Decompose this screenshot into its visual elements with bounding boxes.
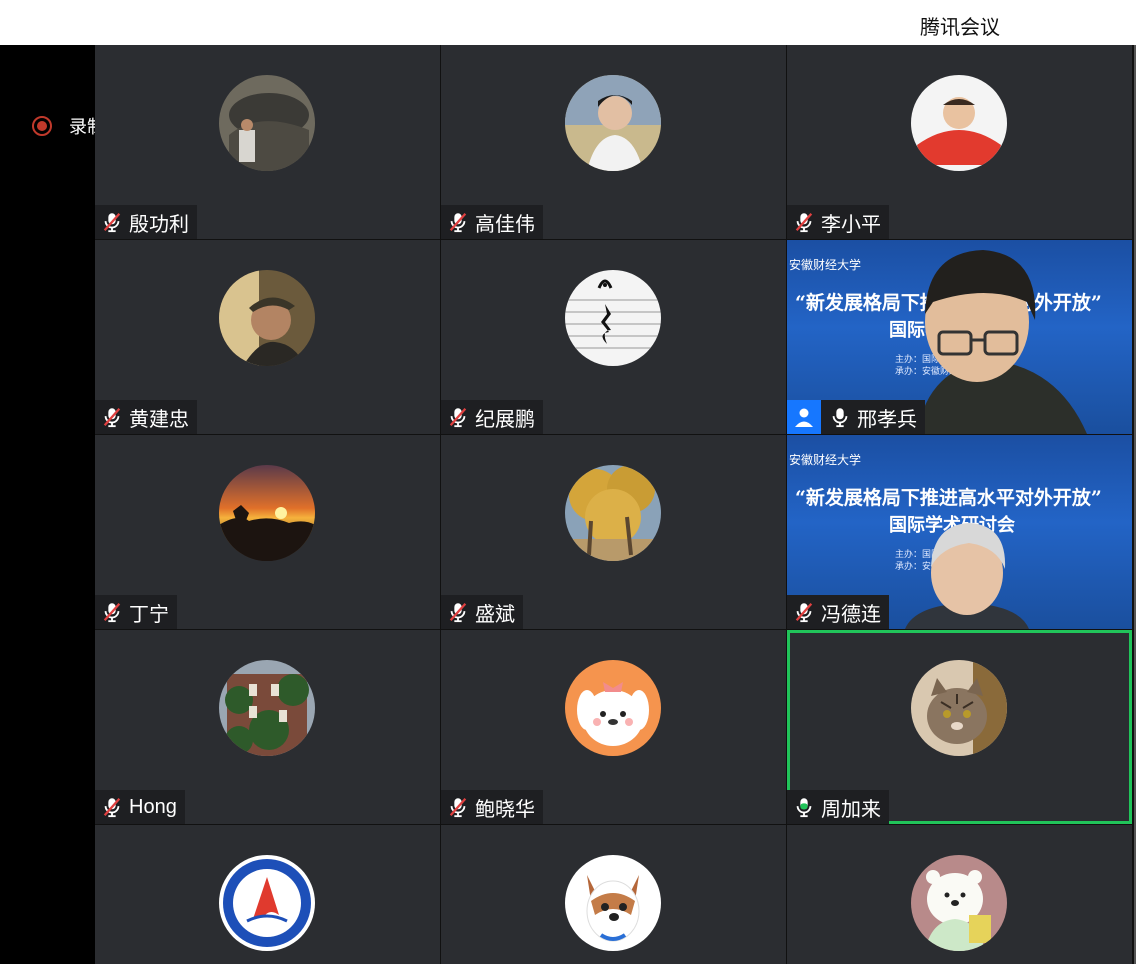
participant-name: 李小平 <box>821 213 881 236</box>
participant-tile[interactable]: 李小平 <box>787 45 1132 239</box>
participant-name: 周加来 <box>821 798 881 821</box>
mic-speaking-icon[interactable] <box>793 796 815 818</box>
name-tag: 周加来 <box>787 790 889 824</box>
mic-muted-icon[interactable] <box>101 796 123 818</box>
participant-name: 黄建忠 <box>129 408 189 431</box>
record-icon <box>32 116 52 136</box>
participant-tile[interactable]: Hong <box>95 630 440 824</box>
participant-name: 鲍晓华 <box>475 798 535 821</box>
mic-muted-icon[interactable] <box>793 601 815 623</box>
active-speaker-tile[interactable]: 周加来 <box>787 630 1132 824</box>
profile-icon[interactable] <box>787 400 821 434</box>
avatar <box>565 855 661 951</box>
avatar <box>565 465 661 561</box>
mic-icon[interactable] <box>829 406 851 428</box>
participant-tile[interactable] <box>441 825 786 964</box>
participant-tile[interactable]: 纪展鹏 <box>441 240 786 434</box>
avatar <box>219 270 315 366</box>
avatar <box>219 75 315 171</box>
name-tag: 冯德连 <box>787 595 889 629</box>
name-tag: 黄建忠 <box>95 400 197 434</box>
name-tag: 纪展鹏 <box>441 400 543 434</box>
avatar <box>219 465 315 561</box>
mic-muted-icon[interactable] <box>447 601 469 623</box>
participant-tile[interactable]: 殷功利 <box>95 45 440 239</box>
participant-tile[interactable]: 鲍晓华 <box>441 630 786 824</box>
mic-muted-icon[interactable] <box>447 406 469 428</box>
mic-muted-icon[interactable] <box>101 601 123 623</box>
mic-muted-icon[interactable] <box>447 211 469 233</box>
participant-tile[interactable] <box>787 825 1132 964</box>
participant-grid: 殷功利 高佳伟 李小平 黄建忠 纪展鹏 安徽财经大学 承办：安徽财经大学 邢孝兵… <box>95 45 1136 964</box>
participant-name: 殷功利 <box>129 213 189 236</box>
name-tag: 李小平 <box>787 205 889 239</box>
name-tag: 鲍晓华 <box>441 790 543 824</box>
participant-name: 丁宁 <box>129 603 169 626</box>
mic-muted-icon[interactable] <box>101 211 123 233</box>
name-tag: Hong <box>95 790 185 824</box>
participant-name: 高佳伟 <box>475 213 535 236</box>
title-bar: 腾讯会议 <box>0 0 1136 45</box>
avatar <box>565 270 661 366</box>
mic-muted-icon[interactable] <box>793 211 815 233</box>
avatar <box>911 75 1007 171</box>
participant-tile[interactable]: 高佳伟 <box>441 45 786 239</box>
avatar <box>565 660 661 756</box>
participant-name: 冯德连 <box>821 603 881 626</box>
participant-tile[interactable]: 丁宁 <box>95 435 440 629</box>
app-title: 腾讯会议 <box>920 17 1000 39</box>
participant-name: 盛斌 <box>475 603 515 626</box>
participant-name: 邢孝兵 <box>857 408 917 431</box>
name-tag: 高佳伟 <box>441 205 543 239</box>
participant-tile[interactable]: 黄建忠 <box>95 240 440 434</box>
name-tag: 丁宁 <box>95 595 177 629</box>
university-logo-avatar <box>219 855 315 951</box>
participant-tile[interactable]: 盛斌 <box>441 435 786 629</box>
mic-muted-icon[interactable] <box>101 406 123 428</box>
left-rail <box>0 45 95 964</box>
participant-video-tile[interactable]: 安徽财经大学 “新发展格局下推进高水平对外开放” 国际学术研讨会 主办：国际经济… <box>787 435 1132 629</box>
participant-tile[interactable] <box>95 825 440 964</box>
name-tag: 殷功利 <box>95 205 197 239</box>
avatar <box>911 855 1007 951</box>
mic-muted-icon[interactable] <box>447 796 469 818</box>
avatar <box>565 75 661 171</box>
avatar <box>911 660 1007 756</box>
name-tag: 盛斌 <box>441 595 523 629</box>
name-tag: 邢孝兵 <box>787 400 925 434</box>
participant-video-tile[interactable]: 安徽财经大学 “新发展格局下推进高水平对外开放” 国际学术研讨会 主办：国际经济… <box>787 240 1132 434</box>
avatar <box>219 660 315 756</box>
participant-name: 纪展鹏 <box>475 408 535 431</box>
participant-name: Hong <box>129 795 177 818</box>
